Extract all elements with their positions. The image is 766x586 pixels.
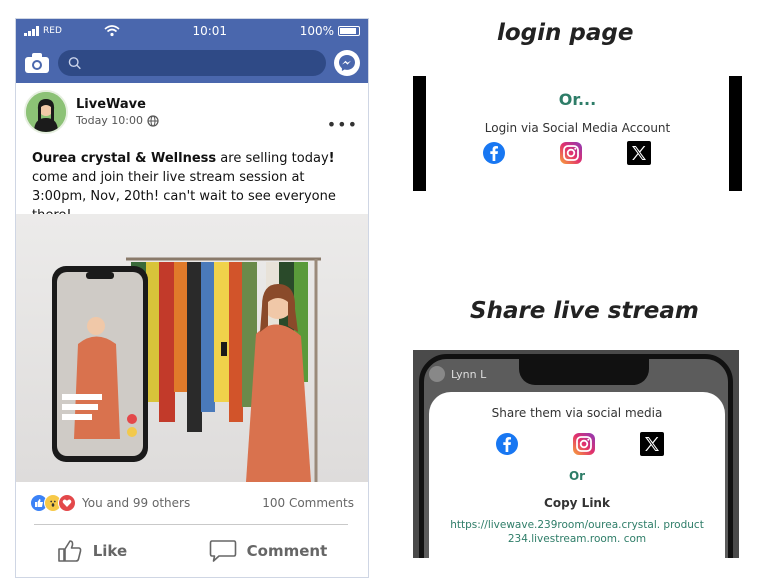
share-heading: Share live stream <box>470 298 699 324</box>
love-reaction-icon <box>58 494 76 512</box>
viewer-avatar <box>429 366 445 382</box>
login-panel: Or... Login via Social Media Account <box>413 76 742 191</box>
post-text: Ourea crystal & Wellness are selling tod… <box>16 141 368 225</box>
share-panel: Lynn L Share them via social media Or Co… <box>413 350 739 558</box>
comment-label: Comment <box>246 542 328 560</box>
divider <box>34 524 348 525</box>
avatar[interactable] <box>24 90 68 134</box>
phone-feed: RED 10:01 100% LiveWave Today 10:00 ••• … <box>15 18 369 578</box>
battery-label: 100% <box>299 24 334 38</box>
thumbs-up-icon <box>57 540 82 562</box>
share-sheet: Share them via social media Or Copy Link… <box>429 392 725 558</box>
share-x-icon[interactable] <box>640 432 664 456</box>
reaction-icons <box>30 494 76 512</box>
messenger-button[interactable] <box>334 50 360 76</box>
post-timestamp: Today 10:00 <box>76 114 144 127</box>
share-instagram-icon[interactable] <box>572 432 596 456</box>
share-facebook-icon[interactable] <box>495 432 519 456</box>
share-url[interactable]: https://livewave.239room/ourea.crystal. … <box>439 518 715 546</box>
like-label: Like <box>92 542 128 560</box>
post-text-mid: are selling today <box>216 151 329 166</box>
login-heading: login page <box>497 20 634 46</box>
clock: 10:01 <box>192 24 228 38</box>
facebook-icon[interactable] <box>482 141 506 165</box>
share-title: Share them via social media <box>491 406 663 420</box>
battery-icon <box>338 26 360 36</box>
post-header: LiveWave Today 10:00 ••• <box>16 83 368 141</box>
author-name[interactable]: LiveWave <box>76 97 159 112</box>
post-image[interactable] <box>16 214 368 482</box>
x-icon[interactable] <box>627 141 651 165</box>
reaction-summary[interactable]: You and 99 others <box>82 496 190 510</box>
wifi-icon <box>104 25 120 37</box>
copy-link-button[interactable]: Copy Link <box>429 496 725 510</box>
login-subtitle: Login via Social Media Account <box>484 121 671 135</box>
status-bar: RED 10:01 100% <box>16 19 368 43</box>
camera-icon[interactable] <box>24 52 50 74</box>
share-or: Or <box>568 469 586 483</box>
more-options-icon[interactable]: ••• <box>327 115 358 134</box>
carrier-label: RED <box>43 26 62 36</box>
phone-notch <box>519 359 649 385</box>
post-actions: Like Comment <box>16 531 368 571</box>
comments-count[interactable]: 100 Comments <box>262 496 354 510</box>
top-bar <box>16 43 368 83</box>
instagram-icon[interactable] <box>559 141 583 165</box>
live-shopping-illustration <box>52 257 321 482</box>
search-input[interactable] <box>81 56 326 70</box>
globe-icon <box>147 114 159 127</box>
post-text-bang: ! <box>328 151 335 166</box>
messenger-icon <box>339 55 355 71</box>
post-text-bold: Ourea crystal & Wellness <box>32 151 217 166</box>
search-icon <box>68 57 81 70</box>
search-bar[interactable] <box>58 50 326 76</box>
signal-icon <box>24 26 39 36</box>
comment-icon <box>209 540 236 562</box>
viewer-tag: Lynn L <box>429 366 486 382</box>
login-or: Or... <box>558 90 597 109</box>
viewer-name: Lynn L <box>451 367 487 381</box>
like-button[interactable]: Like <box>57 539 127 563</box>
comment-button[interactable]: Comment <box>209 539 328 563</box>
reactions-bar[interactable]: You and 99 others 100 Comments <box>16 489 368 517</box>
